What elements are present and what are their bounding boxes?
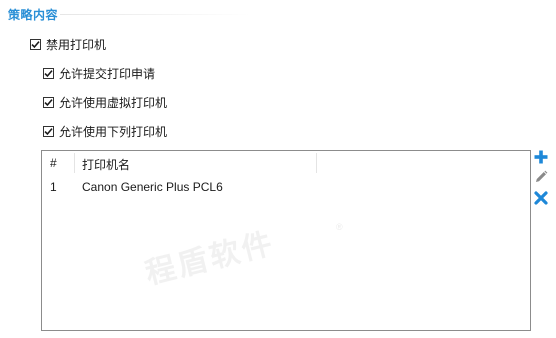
allow-submit-request-label: 允许提交打印申请 [59,66,156,81]
allow-virtual-printer-checkbox[interactable]: 允许使用虚拟打印机 [43,94,167,110]
printer-table[interactable]: # 打印机名 1 Canon Generic Plus PCL6 [41,150,531,331]
checkbox-box[interactable] [30,38,41,50]
delete-printer-button[interactable] [532,189,550,207]
table-row[interactable]: 1 Canon Generic Plus PCL6 [42,177,530,197]
pencil-icon [536,170,548,182]
row-printer-name: Canon Generic Plus PCL6 [82,180,223,194]
check-icon [44,98,53,106]
column-divider[interactable] [316,153,317,173]
checkbox-box[interactable] [43,67,54,79]
disable-printer-label: 禁用打印机 [46,37,107,52]
checkbox-box[interactable] [43,96,54,108]
section-title: 策略内容 [8,8,59,22]
column-header-printer-name[interactable]: 打印机名 [82,156,130,173]
edit-printer-button[interactable] [532,168,550,186]
allow-listed-printers-checkbox[interactable]: 允许使用下列打印机 [43,123,167,139]
check-icon [44,69,53,77]
allow-virtual-printer-label: 允许使用虚拟打印机 [59,95,168,110]
plus-icon [534,150,548,164]
checkbox-box[interactable] [43,125,54,137]
column-divider[interactable] [74,153,75,173]
x-icon [534,191,548,205]
check-icon [44,127,53,135]
check-icon [31,40,40,48]
disable-printer-checkbox[interactable]: 禁用打印机 [30,36,106,52]
allow-listed-printers-label: 允许使用下列打印机 [59,124,168,139]
row-index: 1 [50,180,57,194]
column-header-index[interactable]: # [50,156,57,170]
allow-submit-request-checkbox[interactable]: 允许提交打印申请 [43,65,155,81]
add-printer-button[interactable] [532,148,550,166]
section-divider [60,14,250,15]
table-header: # 打印机名 [42,151,530,173]
